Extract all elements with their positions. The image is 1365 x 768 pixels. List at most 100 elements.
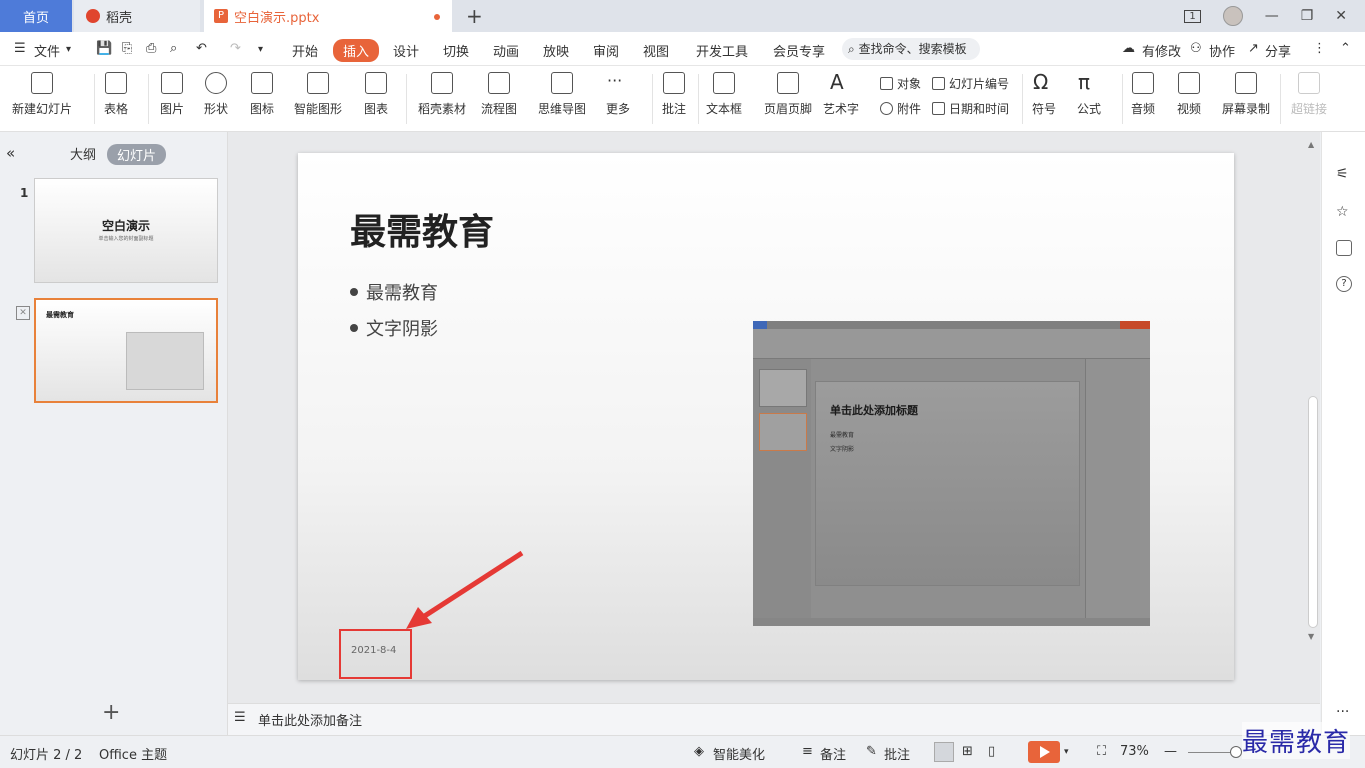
comment-button[interactable]: 批注: [662, 72, 686, 117]
comment-toggle-button[interactable]: 批注: [884, 744, 910, 763]
smart-beautify-button[interactable]: 智能美化: [713, 744, 765, 763]
undo-icon[interactable]: ↶: [196, 41, 207, 56]
wordart-button[interactable]: A 艺术字: [823, 72, 859, 117]
smart-graphic-button[interactable]: 智能图形: [294, 72, 342, 117]
comment-toggle-icon[interactable]: ✎: [866, 744, 877, 759]
slide-number-button[interactable]: 幻灯片编号: [932, 75, 1009, 92]
slide-canvas[interactable]: 最需教育 最需教育 文字阴影 单击此处添加标题 最需教育 文字阴影 2021-8…: [298, 153, 1234, 680]
search-input[interactable]: ⌕ 查找命令、搜索模板: [842, 38, 980, 60]
notes-toggle-button[interactable]: 备注: [820, 744, 846, 763]
slide-sorter-icon[interactable]: ⊞: [962, 744, 973, 759]
reading-view-icon[interactable]: ▯: [988, 744, 995, 759]
scroll-up-icon[interactable]: ▲: [1308, 140, 1314, 149]
window-count-button[interactable]: 1: [1184, 9, 1201, 23]
flowchart-button[interactable]: 流程图: [481, 72, 517, 117]
save-icon[interactable]: 💾: [96, 41, 112, 56]
menu-tab-review[interactable]: 审阅: [593, 41, 619, 60]
minimize-button[interactable]: —: [1265, 8, 1279, 24]
collab-button[interactable]: 协作: [1209, 41, 1235, 60]
icon-button[interactable]: 图标: [250, 72, 274, 117]
chevron-down-icon[interactable]: ▾: [66, 44, 71, 55]
more-vertical-icon[interactable]: ⋮: [1313, 41, 1326, 56]
collapse-pane-icon[interactable]: «: [6, 144, 15, 162]
theme-name[interactable]: Office 主题: [99, 744, 167, 763]
outline-tab[interactable]: 大纲: [70, 144, 96, 163]
zoom-level[interactable]: 73%: [1120, 744, 1149, 759]
menu-tab-slideshow[interactable]: 放映: [543, 41, 569, 60]
bullet-2[interactable]: 文字阴影: [350, 315, 438, 341]
tab-home[interactable]: 首页: [0, 0, 72, 32]
settings-sliders-icon[interactable]: ⚟: [1336, 166, 1352, 182]
menu-tab-start[interactable]: 开始: [292, 41, 318, 60]
vertical-scrollbar[interactable]: ▲ ▼: [1306, 140, 1320, 688]
chart-button[interactable]: 图表: [364, 72, 388, 117]
slide-title[interactable]: 最需教育: [350, 203, 494, 255]
add-slide-button[interactable]: +: [102, 700, 120, 725]
more-button[interactable]: ··· 更多: [606, 72, 630, 117]
mindmap-button[interactable]: 思维导图: [538, 72, 586, 117]
collapse-ribbon-icon[interactable]: ⌃: [1340, 41, 1351, 56]
menu-tab-developer[interactable]: 开发工具: [696, 41, 748, 60]
notes-bar[interactable]: ☰ 单击此处添加备注: [228, 703, 1320, 735]
shape-button[interactable]: 形状: [204, 72, 228, 117]
hyperlink-button[interactable]: 超链接: [1291, 72, 1327, 117]
tab-daoke[interactable]: 稻壳: [74, 0, 200, 32]
textbox-button[interactable]: 文本框: [706, 72, 742, 117]
play-slideshow-button[interactable]: [1028, 741, 1060, 763]
scroll-down-icon[interactable]: ▼: [1308, 632, 1314, 641]
picture-button[interactable]: 图片: [160, 72, 184, 117]
object-button[interactable]: 对象: [880, 75, 921, 92]
menu-tab-insert[interactable]: 插入: [333, 39, 380, 62]
header-footer-button[interactable]: 页眉页脚: [764, 72, 812, 117]
symbol-button[interactable]: Ω 符号: [1032, 72, 1056, 117]
menu-tab-design[interactable]: 设计: [393, 41, 419, 60]
slide-thumbnail-1[interactable]: 空白演示 单击输入您的封面副标题: [34, 178, 218, 283]
slide-thumbnail-2[interactable]: 最需教育: [34, 298, 218, 403]
quick-access-chevron-icon[interactable]: ▾: [258, 44, 263, 55]
collab-icon[interactable]: ⚇: [1190, 41, 1202, 56]
help-icon[interactable]: ?: [1336, 276, 1352, 292]
bullet-1[interactable]: 最需教育: [350, 279, 438, 305]
normal-view-icon[interactable]: [934, 742, 954, 762]
audio-button[interactable]: 音频: [1131, 72, 1155, 117]
fit-window-icon[interactable]: ⛶: [1097, 744, 1106, 759]
redo-icon[interactable]: ↷: [230, 41, 241, 56]
menu-tab-view[interactable]: 视图: [643, 41, 669, 60]
star-icon[interactable]: ☆: [1336, 204, 1352, 220]
copy-icon[interactable]: [1336, 240, 1352, 256]
modified-status[interactable]: 有修改: [1142, 41, 1181, 60]
play-options-chevron-icon[interactable]: ▾: [1064, 747, 1069, 757]
file-menu[interactable]: 文件: [34, 41, 60, 60]
tab-document[interactable]: P 空白演示.pptx: [204, 0, 452, 32]
daoke-material-button[interactable]: 稻壳素材: [418, 72, 466, 117]
share-button[interactable]: 分享: [1265, 41, 1291, 60]
scroll-thumb[interactable]: [1308, 396, 1318, 628]
menu-tab-animation[interactable]: 动画: [493, 41, 519, 60]
more-horizontal-icon[interactable]: ···: [1336, 704, 1349, 720]
new-tab-button[interactable]: +: [466, 0, 483, 32]
table-button[interactable]: 表格: [104, 72, 128, 117]
avatar[interactable]: [1222, 6, 1243, 26]
cloud-icon[interactable]: ☁: [1122, 41, 1135, 56]
zoom-out-icon[interactable]: —: [1164, 744, 1177, 759]
slides-tab[interactable]: 幻灯片: [107, 144, 167, 165]
embedded-screenshot[interactable]: 单击此处添加标题 最需教育 文字阴影: [753, 321, 1150, 626]
format-painter-icon[interactable]: ⎘: [122, 41, 132, 56]
attachment-button[interactable]: 附件: [880, 100, 921, 117]
notes-toggle-icon[interactable]: ≡: [802, 744, 813, 759]
beautify-icon[interactable]: ◈: [694, 744, 704, 759]
screen-record-button[interactable]: 屏幕录制: [1222, 72, 1270, 117]
new-slide-button[interactable]: 新建幻灯片: [12, 72, 72, 117]
menu-tab-transition[interactable]: 切换: [443, 41, 469, 60]
maximize-button[interactable]: ❐: [1301, 8, 1314, 24]
video-button[interactable]: 视频: [1177, 72, 1201, 117]
hamburger-icon[interactable]: ☰: [14, 41, 26, 56]
zoom-slider-thumb[interactable]: [1230, 746, 1242, 758]
formula-button[interactable]: π 公式: [1077, 72, 1101, 117]
preview-icon[interactable]: ⌕: [170, 41, 177, 56]
close-button[interactable]: ✕: [1335, 8, 1347, 24]
menu-tab-member[interactable]: 会员专享: [773, 41, 825, 60]
date-time-button[interactable]: 日期和时间: [932, 100, 1009, 117]
print-icon[interactable]: ⎙: [146, 41, 156, 56]
share-icon[interactable]: ↗: [1248, 41, 1259, 56]
